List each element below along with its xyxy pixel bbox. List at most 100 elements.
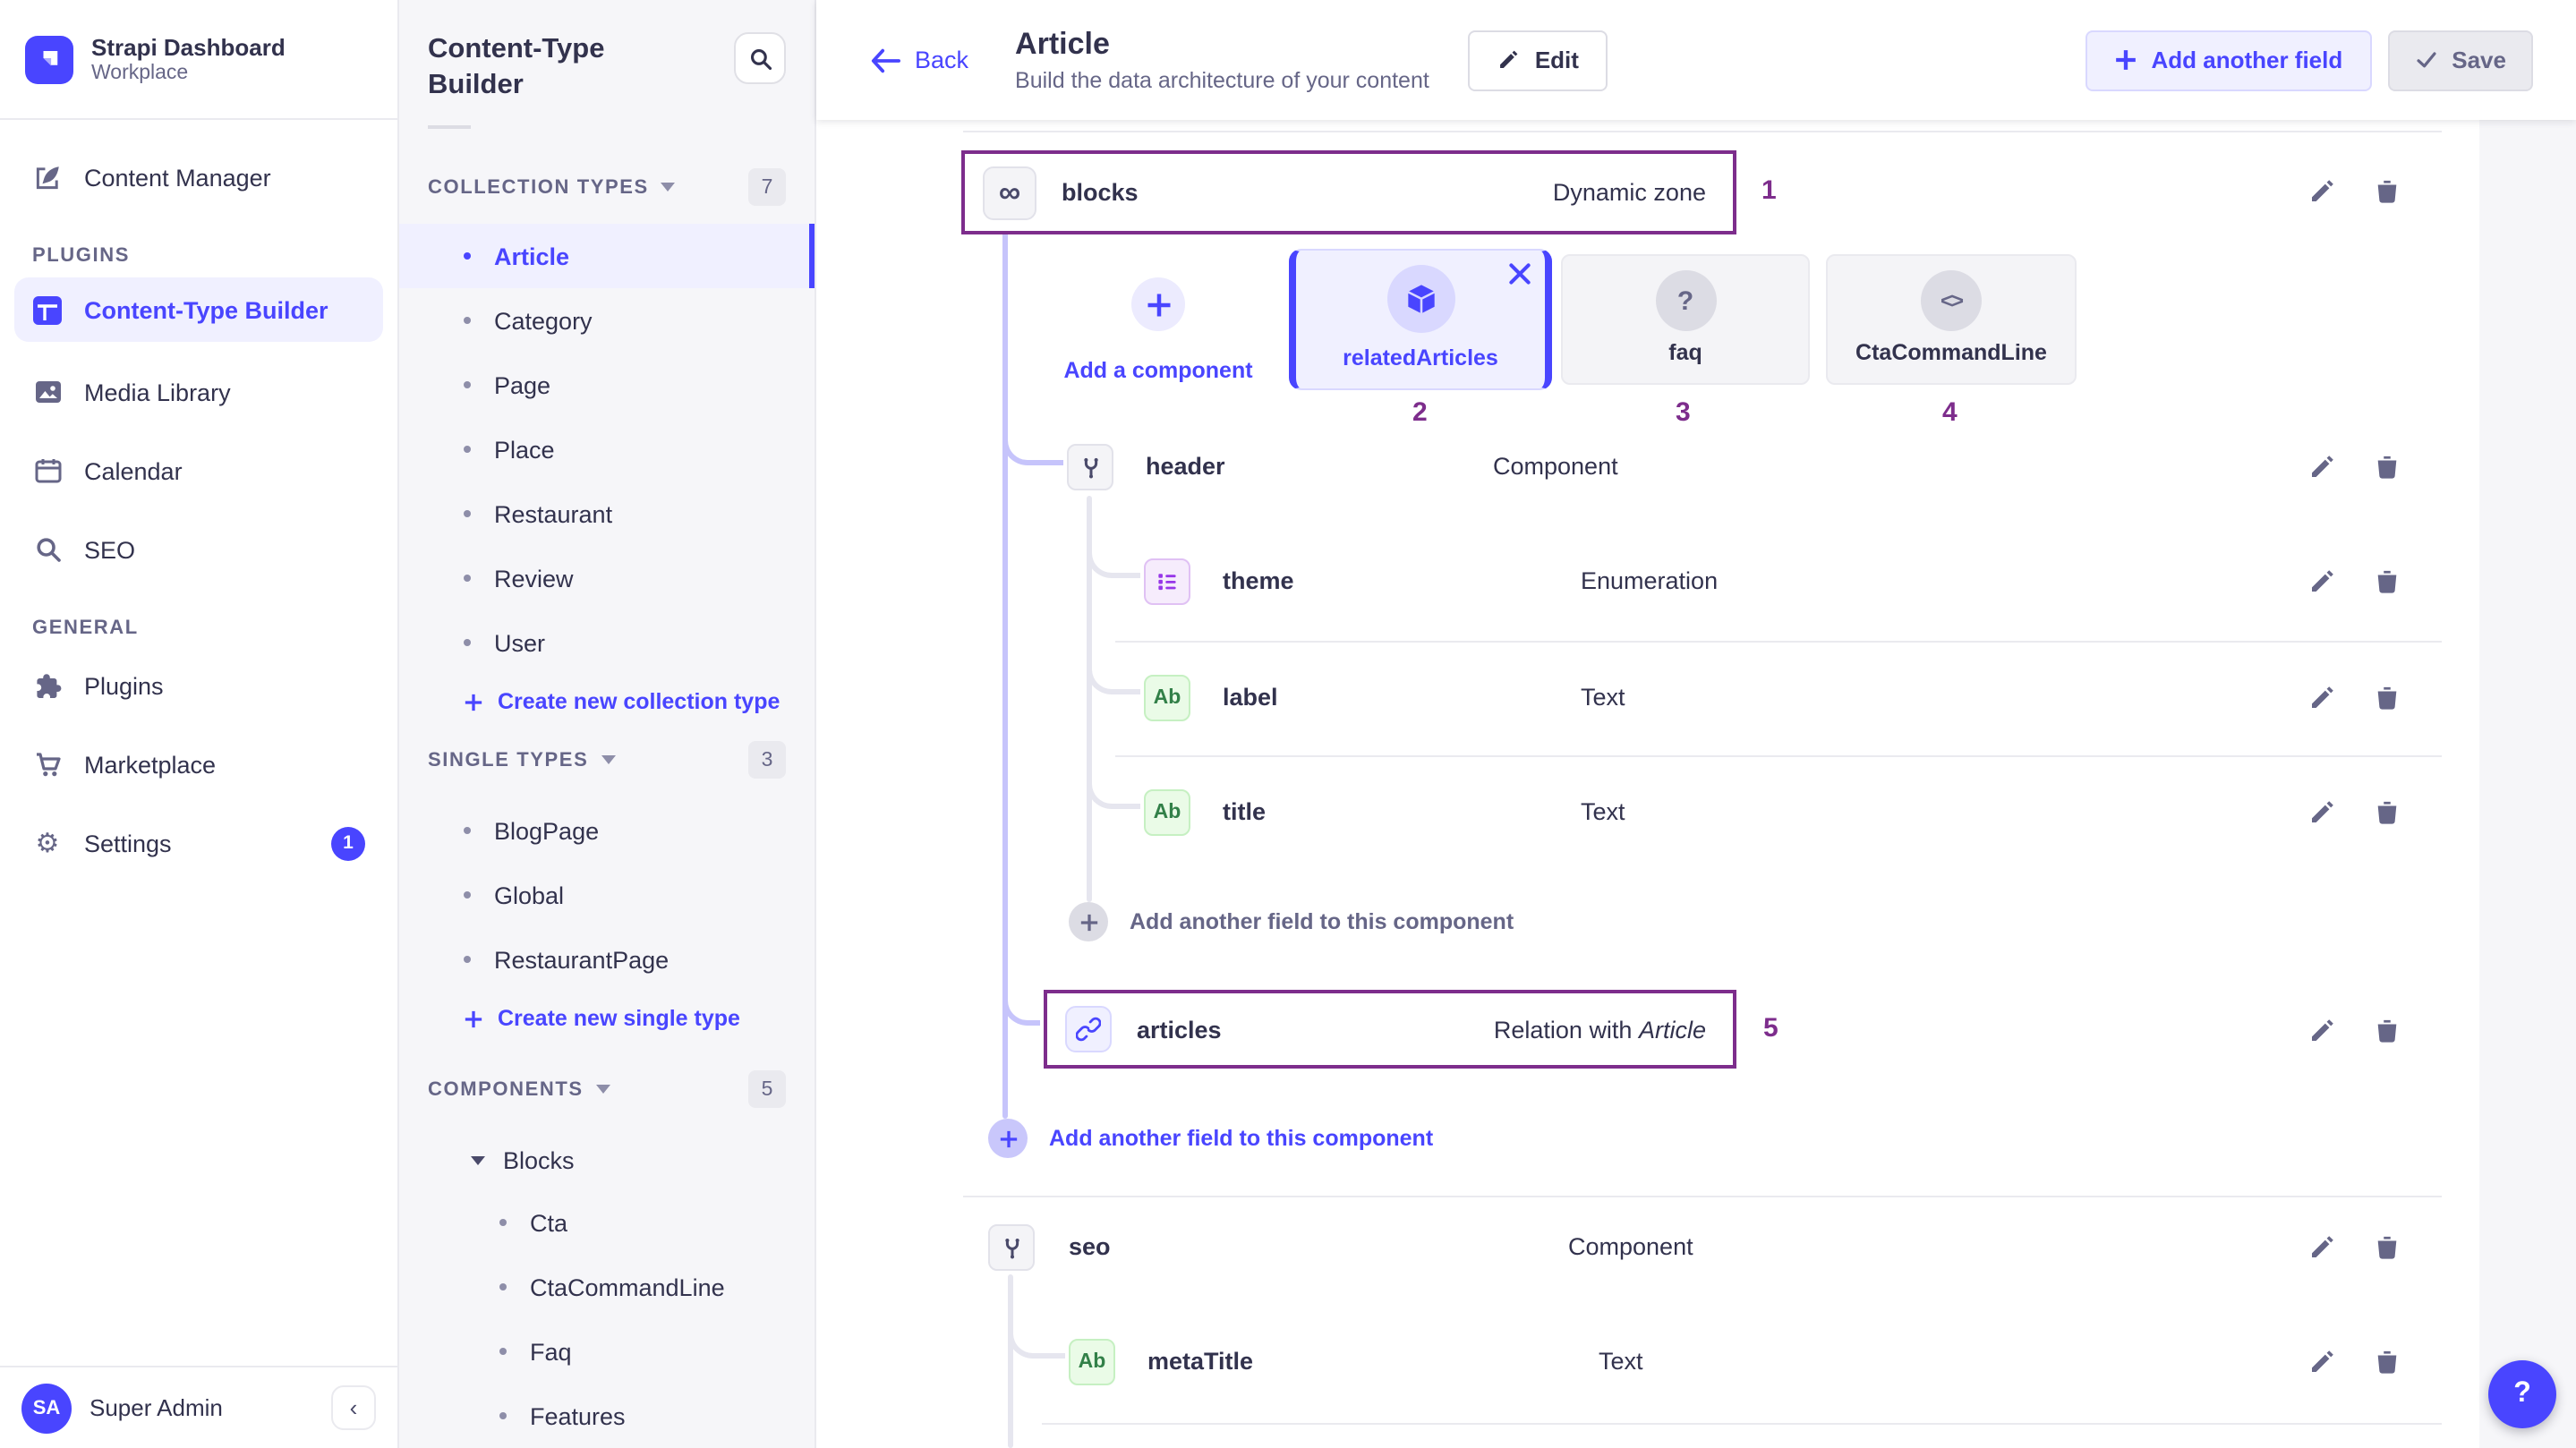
edit-field-button[interactable] <box>2307 1233 2336 1262</box>
create-collection-type-link[interactable]: Create new collection type <box>428 678 786 725</box>
arrow-left-icon <box>870 47 900 72</box>
field-name: title <box>1223 800 1266 825</box>
nav-item-content-manager[interactable]: Content Manager <box>0 138 397 217</box>
nav-item-label: Settings <box>84 830 172 856</box>
delete-field-button[interactable] <box>2374 1233 2401 1262</box>
single-types-header[interactable]: SINGLE TYPES 3 <box>428 741 786 779</box>
component-chip-relatedarticles[interactable]: relatedArticles <box>1289 249 1552 390</box>
delete-field-button[interactable] <box>2374 684 2401 712</box>
plus-icon <box>1069 902 1108 941</box>
connector-curve <box>1087 662 1140 694</box>
collection-types-header[interactable]: COLLECTION TYPES 7 <box>428 168 786 206</box>
row-actions <box>2307 567 2401 596</box>
edit-field-button[interactable] <box>2307 1017 2336 1045</box>
collapse-sidebar-button[interactable]: ‹ <box>331 1385 376 1430</box>
sidebar-item-features[interactable]: Features <box>399 1384 815 1448</box>
nav-item-marketplace[interactable]: Marketplace <box>0 725 397 804</box>
edit-field-button[interactable] <box>2307 1348 2336 1376</box>
pencil-icon <box>2307 453 2336 481</box>
annotation-3: 3 <box>1676 397 1691 428</box>
edit-field-button[interactable] <box>2307 684 2336 712</box>
delete-field-button[interactable] <box>2374 798 2401 827</box>
sidebar-item-place[interactable]: Place <box>399 417 815 481</box>
delete-field-button[interactable] <box>2374 177 2401 206</box>
nav-item-seo[interactable]: SEO <box>0 510 397 589</box>
sidebar-item-ctacommandline[interactable]: CtaCommandLine <box>399 1255 815 1319</box>
field-name: header <box>1146 455 1225 480</box>
field-type: Component <box>1568 1235 1693 1260</box>
component-chip-faq[interactable]: ? faq <box>1561 254 1810 385</box>
chevron-down-icon <box>471 1155 485 1164</box>
field-name: metaTitle <box>1147 1350 1253 1375</box>
delete-field-button[interactable] <box>2374 453 2401 481</box>
single-types-count: 3 <box>748 741 786 779</box>
main-area: Back Article Build the data architecture… <box>816 0 2576 1448</box>
nav-item-media-library[interactable]: Media Library <box>0 353 397 431</box>
nav-item-content-type-builder[interactable]: Content-Type Builder <box>14 277 383 342</box>
sidebar-item-blogpage[interactable]: BlogPage <box>399 798 815 863</box>
add-another-field-button[interactable]: Add another field <box>2085 30 2371 90</box>
nav-item-settings[interactable]: ⚙ Settings 1 <box>0 804 397 882</box>
sidebar-item-global[interactable]: Global <box>399 863 815 927</box>
component-icon <box>988 1224 1035 1271</box>
sidebar-item-article[interactable]: Article <box>399 224 815 288</box>
sidebar-item-faq[interactable]: Faq <box>399 1319 815 1384</box>
gear-icon: ⚙ <box>32 827 63 859</box>
edit-field-button[interactable] <box>2307 453 2336 481</box>
trash-icon <box>2374 1233 2401 1262</box>
sidebar-item-page[interactable]: Page <box>399 353 815 417</box>
nav-item-label: SEO <box>84 536 135 563</box>
connector-curve <box>1002 992 1040 1026</box>
sidebar-item-restaurant[interactable]: Restaurant <box>399 481 815 546</box>
edit-field-button[interactable] <box>2307 567 2336 596</box>
delete-field-button[interactable] <box>2374 1348 2401 1376</box>
chevron-down-icon <box>596 1085 610 1094</box>
save-button[interactable]: Save <box>2387 30 2533 90</box>
edit-field-button[interactable] <box>2307 798 2336 827</box>
delete-field-button[interactable] <box>2374 1017 2401 1045</box>
edit-field-button[interactable] <box>2307 177 2336 206</box>
edit-button[interactable]: Edit <box>1469 30 1608 90</box>
sidebar-item-user[interactable]: User <box>399 610 815 675</box>
main-sidebar: Strapi Dashboard Workplace Content Manag… <box>0 0 399 1448</box>
create-single-type-link[interactable]: Create new single type <box>428 995 786 1042</box>
trash-icon <box>2374 1017 2401 1045</box>
components-header[interactable]: COMPONENTS 5 <box>428 1070 786 1108</box>
pencil-icon <box>2307 1233 2336 1262</box>
add-field-to-component-button[interactable]: Add another field to this component <box>1069 902 1514 941</box>
puzzle-icon <box>32 671 63 700</box>
pencil-icon <box>1497 48 1521 72</box>
page-title: Article <box>1015 27 1429 63</box>
sidebar-item-restaurantpage[interactable]: RestaurantPage <box>399 927 815 992</box>
avatar[interactable]: SA <box>21 1383 72 1433</box>
builder-canvas: ∞ blocks Dynamic zone 1 Add a component <box>816 120 2576 1448</box>
back-link[interactable]: Back <box>870 47 968 73</box>
nav-item-calendar[interactable]: Calendar <box>0 431 397 510</box>
enumeration-icon <box>1144 558 1190 605</box>
row-divider <box>1115 755 2442 757</box>
delete-field-button[interactable] <box>2374 567 2401 596</box>
chevron-down-icon <box>661 183 676 192</box>
field-name: label <box>1223 686 1278 711</box>
section-divider <box>963 1196 2442 1197</box>
workspace-subtitle: Workplace <box>91 60 286 85</box>
plus-icon <box>988 1119 1028 1158</box>
workspace-brand[interactable]: Strapi Dashboard Workplace <box>0 0 397 120</box>
nav-item-plugins[interactable]: Plugins <box>0 646 397 725</box>
sidebar-item-review[interactable]: Review <box>399 546 815 610</box>
field-row-blocks[interactable]: ∞ blocks Dynamic zone <box>961 150 1736 234</box>
close-icon[interactable] <box>1509 263 1531 285</box>
collection-types-count: 7 <box>748 168 786 206</box>
component-chip-ctacommandline[interactable]: <> CtaCommandLine <box>1826 254 2077 385</box>
add-component-label[interactable]: Add a component <box>1033 358 1284 383</box>
trash-icon <box>2374 453 2401 481</box>
help-button[interactable]: ? <box>2488 1360 2556 1428</box>
add-field-to-component-button[interactable]: Add another field to this component <box>988 1119 1433 1158</box>
nav-item-label: Media Library <box>84 379 231 405</box>
add-component-button[interactable] <box>1131 277 1185 331</box>
sidebar-item-category[interactable]: Category <box>399 288 815 353</box>
component-group-blocks[interactable]: Blocks <box>428 1129 786 1190</box>
sidebar-item-cta[interactable]: Cta <box>399 1190 815 1255</box>
search-button[interactable] <box>734 32 786 84</box>
field-row-articles[interactable]: articles Relation with Article <box>1044 990 1736 1069</box>
